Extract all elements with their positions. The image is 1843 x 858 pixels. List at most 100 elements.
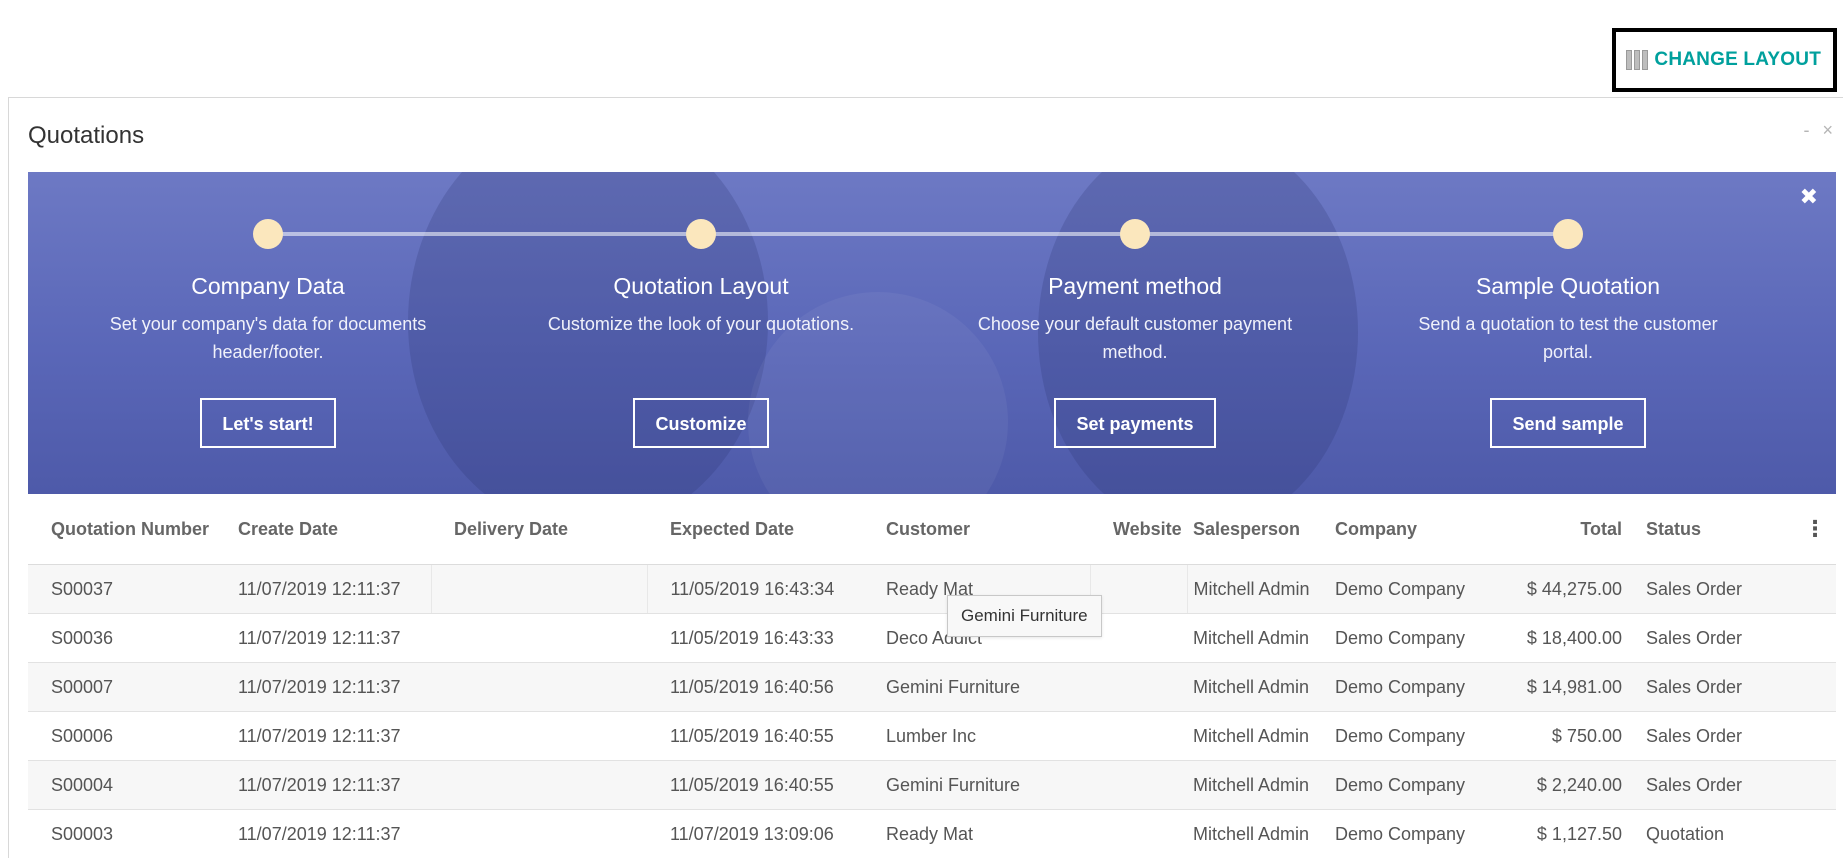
- column-header-expected-date[interactable]: Expected Date: [647, 494, 863, 565]
- cell-website: [1089, 564, 1188, 614]
- cell-salesperson: Mitchell Admin: [1187, 760, 1329, 810]
- column-header-salesperson[interactable]: Salesperson: [1187, 494, 1329, 565]
- banner-close-icon[interactable]: ✖: [1800, 184, 1818, 210]
- cell-status: Sales Order: [1634, 662, 1794, 712]
- column-header-status[interactable]: Status: [1634, 494, 1794, 565]
- cell-options: [1794, 711, 1836, 761]
- cell-website: [1090, 760, 1187, 810]
- cell-company: Demo Company: [1329, 613, 1484, 663]
- cell-create-date: 11/07/2019 12:11:37: [215, 564, 431, 614]
- step-dot-sample-quotation: [1553, 219, 1583, 249]
- step-sample-quotation: Sample Quotation Send a quotation to tes…: [1398, 273, 1738, 448]
- panel-controls[interactable]: - ×: [1803, 120, 1837, 141]
- column-header-create-date[interactable]: Create Date: [215, 494, 431, 565]
- cell-delivery-date: [431, 662, 647, 712]
- send-sample-button[interactable]: Send sample: [1490, 398, 1646, 448]
- panel-title: Quotations: [28, 122, 145, 149]
- column-options-icon[interactable]: ⋮: [1794, 494, 1836, 565]
- step-company-data: Company Data Set your company's data for…: [98, 273, 438, 448]
- cell-delivery-date: [431, 760, 647, 810]
- set-payments-button[interactable]: Set payments: [1054, 398, 1216, 448]
- step-title: Sample Quotation: [1475, 273, 1661, 299]
- step-description: Set your company's data for documents he…: [109, 314, 427, 362]
- cell-expected-date: 11/05/2019 16:43:34: [647, 564, 863, 614]
- cell-options: [1794, 760, 1836, 810]
- cell-total: $ 18,400.00: [1484, 613, 1634, 663]
- cell-quotation-number: S00036: [28, 613, 215, 663]
- cell-create-date: 11/07/2019 12:11:37: [215, 809, 431, 858]
- step-description: Send a quotation to test the customer po…: [1418, 314, 1718, 362]
- column-header-delivery-date[interactable]: Delivery Date: [431, 494, 647, 565]
- cell-salesperson: Mitchell Admin: [1187, 662, 1329, 712]
- cell-total: $ 14,981.00: [1484, 662, 1634, 712]
- step-quotation-layout: Quotation Layout Customize the look of y…: [531, 273, 871, 448]
- cell-expected-date: 11/07/2019 13:09:06: [647, 809, 863, 858]
- cell-salesperson: Mitchell Admin: [1187, 613, 1329, 663]
- cell-company: Demo Company: [1329, 564, 1484, 614]
- step-dot-company-data: [253, 219, 283, 249]
- cell-salesperson: Mitchell Admin: [1187, 809, 1329, 858]
- cell-quotation-number: S00006: [28, 711, 215, 761]
- table-row[interactable]: S00036 11/07/2019 12:11:37 11/05/2019 16…: [28, 613, 1836, 663]
- column-header-quotation-number[interactable]: Quotation Number: [28, 494, 215, 565]
- step-title: Company Data: [191, 273, 345, 299]
- onboarding-banner: ✖ Company Data Set your company's data f…: [28, 172, 1836, 494]
- quotations-panel: Quotations - × ✖ Company Data Set your c…: [8, 97, 1843, 858]
- page: CHANGE LAYOUT Quotations - × ✖ Company D…: [0, 0, 1843, 858]
- cell-company: Demo Company: [1329, 760, 1484, 810]
- table-row[interactable]: S00037 11/07/2019 12:11:37 11/05/2019 16…: [28, 564, 1836, 614]
- step-title: Payment method: [1048, 273, 1222, 299]
- cell-expected-date: 11/05/2019 16:40:55: [647, 711, 863, 761]
- cell-options: [1794, 809, 1836, 858]
- cell-expected-date: 11/05/2019 16:40:55: [647, 760, 863, 810]
- table-row[interactable]: S00006 11/07/2019 12:11:37 11/05/2019 16…: [28, 711, 1836, 761]
- cell-status: Quotation: [1634, 809, 1794, 858]
- lets-start-button[interactable]: Let's start!: [200, 398, 336, 448]
- table-header-row: Quotation Number Create Date Delivery Da…: [28, 494, 1836, 565]
- cell-total: $ 44,275.00: [1484, 564, 1634, 614]
- change-layout-button[interactable]: CHANGE LAYOUT: [1612, 28, 1837, 92]
- customize-button[interactable]: Customize: [633, 398, 769, 448]
- step-description: Customize the look of your quotations.: [547, 314, 855, 334]
- cell-company: Demo Company: [1329, 711, 1484, 761]
- quotations-table: Quotation Number Create Date Delivery Da…: [28, 494, 1836, 858]
- cell-total: $ 2,240.00: [1484, 760, 1634, 810]
- cell-status: Sales Order: [1634, 760, 1794, 810]
- cell-delivery-date: [430, 564, 648, 614]
- cell-quotation-number: S00003: [28, 809, 215, 858]
- cell-website: [1090, 711, 1187, 761]
- table-row[interactable]: S00004 11/07/2019 12:11:37 11/05/2019 16…: [28, 760, 1836, 810]
- cell-salesperson: Mitchell Admin: [1187, 711, 1329, 761]
- table-row[interactable]: S00007 11/07/2019 12:11:37 11/05/2019 16…: [28, 662, 1836, 712]
- cell-delivery-date: [431, 809, 647, 858]
- cell-total: $ 750.00: [1484, 711, 1634, 761]
- column-header-website[interactable]: Website: [1090, 494, 1187, 565]
- cell-company: Demo Company: [1329, 662, 1484, 712]
- cell-status: Sales Order: [1634, 613, 1794, 663]
- step-payment-method: Payment method Choose your default custo…: [965, 273, 1305, 448]
- cell-delivery-date: [431, 711, 647, 761]
- step-title: Quotation Layout: [613, 273, 789, 299]
- cell-quotation-number: S00004: [28, 760, 215, 810]
- cell-create-date: 11/07/2019 12:11:37: [215, 662, 431, 712]
- cell-salesperson: Mitchell Admin: [1187, 564, 1329, 614]
- column-header-company[interactable]: Company: [1329, 494, 1484, 565]
- cell-company: Demo Company: [1329, 809, 1484, 858]
- cell-customer: Gemini Furniture: [863, 760, 1090, 810]
- step-description: Choose your default customer payment met…: [977, 314, 1293, 362]
- cell-customer: Lumber Inc: [863, 711, 1090, 761]
- cell-status: Sales Order: [1634, 711, 1794, 761]
- column-header-customer[interactable]: Customer: [863, 494, 1090, 565]
- layout-columns-icon: [1626, 50, 1649, 70]
- cell-create-date: 11/07/2019 12:11:37: [215, 711, 431, 761]
- cell-delivery-date: [431, 613, 647, 663]
- cell-create-date: 11/07/2019 12:11:37: [215, 760, 431, 810]
- cell-expected-date: 11/05/2019 16:43:33: [647, 613, 863, 663]
- table-row[interactable]: S00003 11/07/2019 12:11:37 11/07/2019 13…: [28, 809, 1836, 858]
- step-dot-payment-method: [1120, 219, 1150, 249]
- progress-track: [268, 232, 1568, 236]
- column-header-total[interactable]: Total: [1484, 494, 1634, 565]
- cell-options: [1794, 662, 1836, 712]
- quotations-table-wrap: Quotation Number Create Date Delivery Da…: [28, 494, 1836, 858]
- cell-customer: Ready Mat: [863, 809, 1090, 858]
